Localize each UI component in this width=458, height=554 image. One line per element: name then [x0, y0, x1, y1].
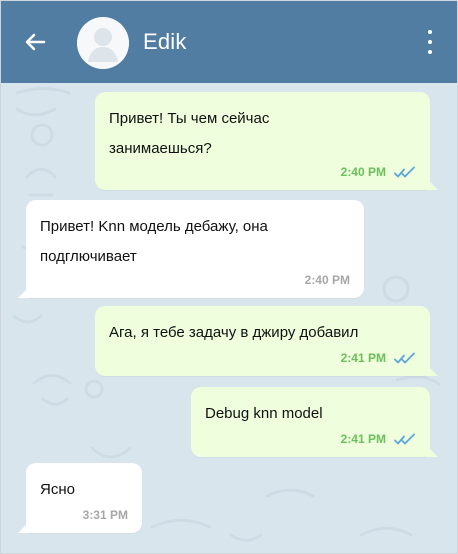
message-meta: 2:40 PM — [341, 164, 416, 180]
chat-area: Привет! Ты чем сейчас занимаешься? 2:40 … — [1, 83, 457, 553]
double-check-icon — [394, 166, 415, 178]
message-meta: 2:41 PM — [341, 350, 416, 366]
message-meta: 2:41 PM — [341, 431, 416, 447]
message-bubble[interactable]: Привет! Knn модель дебажу, она подглючив… — [18, 200, 364, 298]
message-meta: 3:31 PM — [83, 507, 128, 523]
message-text: Привет! Knn модель дебажу, она подглючив… — [40, 218, 268, 265]
chat-header: Edik — [1, 1, 457, 83]
arrow-left-icon — [25, 33, 46, 51]
message-text: Ага, я тебе задачу в джиру добавил — [109, 324, 359, 341]
more-vertical-icon — [428, 40, 432, 44]
more-vertical-icon — [428, 30, 432, 34]
user-avatar-icon — [77, 17, 129, 69]
back-button[interactable] — [21, 27, 51, 57]
more-vertical-icon — [428, 50, 432, 54]
message-bubble[interactable]: Привет! Ты чем сейчас занимаешься? 2:40 … — [95, 92, 438, 190]
menu-button[interactable] — [426, 30, 434, 54]
message-time: 3:31 PM — [82, 508, 128, 522]
message-bubble[interactable]: Ага, я тебе задачу в джиру добавил 2:41 … — [95, 306, 438, 376]
chat-title[interactable]: Edik — [143, 28, 187, 56]
message-text: Привет! Ты чем сейчас занимаешься? — [109, 110, 270, 157]
message-time: 2:41 PM — [340, 351, 386, 365]
message-time: 2:40 PM — [340, 165, 386, 179]
double-check-icon — [394, 352, 415, 364]
message-time: 2:40 PM — [304, 273, 350, 287]
message-time: 2:41 PM — [340, 432, 386, 446]
message-text: Ясно — [40, 481, 75, 498]
chat-window: Edik Привет! Ты чем сейчас занимаешься? … — [0, 0, 458, 554]
message-bubble[interactable]: Ясно 3:31 PM — [18, 463, 142, 533]
message-text: Debug knn model — [205, 405, 323, 422]
message-bubble[interactable]: Debug knn model 2:41 PM — [191, 387, 438, 457]
avatar[interactable] — [77, 17, 129, 69]
double-check-icon — [394, 433, 415, 445]
message-meta: 2:40 PM — [305, 272, 350, 288]
